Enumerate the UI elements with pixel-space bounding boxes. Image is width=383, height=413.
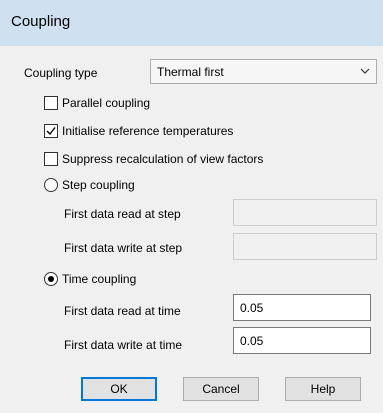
time-write-field[interactable] [233, 327, 371, 354]
window-title: Coupling [11, 13, 71, 30]
ok-button[interactable]: OK [81, 377, 157, 401]
chevron-down-icon [358, 64, 372, 78]
time-read-label: First data read at time [64, 304, 181, 318]
help-button[interactable]: Help [285, 377, 361, 401]
step-write-field[interactable] [233, 233, 377, 260]
time-coupling-radio[interactable] [44, 272, 58, 286]
step-read-field[interactable] [233, 199, 377, 226]
coupling-dialog: Coupling Coupling type Thermal first Par… [0, 0, 383, 413]
suppress-view-factors-checkbox[interactable] [44, 152, 58, 166]
cancel-button[interactable]: Cancel [183, 377, 259, 401]
time-write-label: First data write at time [64, 338, 183, 352]
parallel-coupling-label: Parallel coupling [62, 96, 151, 110]
step-write-label: First data write at step [64, 241, 183, 255]
step-coupling-radio[interactable] [44, 178, 58, 192]
coupling-type-select[interactable]: Thermal first [150, 59, 377, 84]
checkmark-icon [46, 127, 56, 136]
step-coupling-label: Step coupling [62, 178, 135, 192]
initialise-reference-temperatures-checkbox[interactable] [44, 124, 58, 138]
initialise-reference-temperatures-label: Initialise reference temperatures [62, 124, 234, 138]
coupling-type-label: Coupling type [24, 66, 98, 80]
coupling-type-value: Thermal first [157, 65, 224, 79]
step-write-input[interactable] [234, 234, 376, 259]
time-write-input[interactable] [234, 328, 370, 353]
step-read-input[interactable] [234, 200, 376, 225]
radio-selected-dot [48, 276, 54, 282]
suppress-view-factors-label: Suppress recalculation of view factors [62, 152, 264, 166]
title-bar: Coupling [0, 0, 383, 46]
time-coupling-label: Time coupling [62, 272, 137, 286]
step-read-label: First data read at step [64, 207, 181, 221]
time-read-input[interactable] [234, 295, 370, 320]
parallel-coupling-checkbox[interactable] [44, 96, 58, 110]
time-read-field[interactable] [233, 294, 371, 321]
